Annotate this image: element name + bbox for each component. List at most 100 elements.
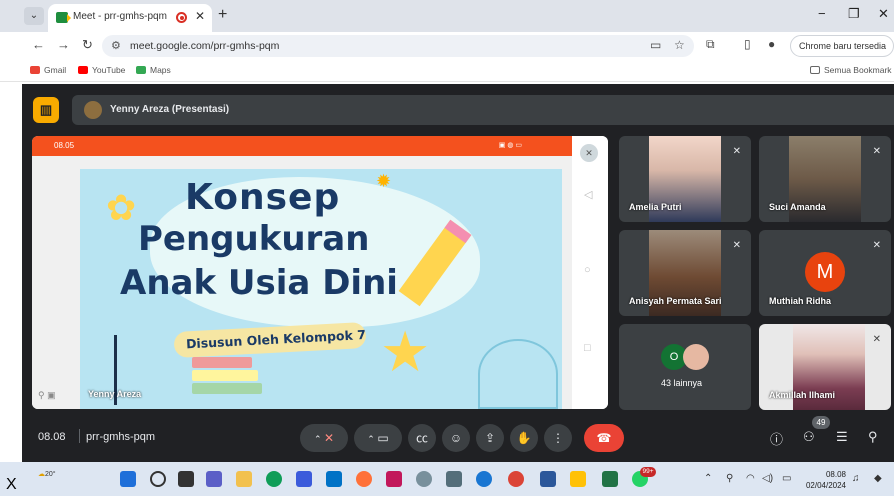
app-icon[interactable]	[476, 471, 492, 487]
mic-off-icon: ✕	[323, 431, 335, 445]
tab-search-button[interactable]: ⌄	[24, 7, 44, 25]
meeting-activities-icon[interactable]: ▥	[33, 97, 59, 123]
reload-button[interactable]: ↻	[82, 37, 93, 53]
app-icon[interactable]	[386, 471, 402, 487]
weather-widget[interactable]: ☁20°	[38, 470, 56, 478]
more-participants-label: 43 lainnya	[661, 378, 703, 388]
participant-tile[interactable]: M ✕ Muthiah Ridha	[759, 230, 891, 316]
captions-button[interactable]: ㏄	[408, 424, 436, 452]
bookmark-star-icon[interactable]: ☆	[674, 38, 685, 52]
slide-title-line-3: Anak Usia Dini	[120, 263, 398, 303]
participant-name: Akmillah Ilhami	[769, 390, 836, 400]
chevron-up-icon: ⌃	[313, 434, 324, 444]
forward-button[interactable]: →	[57, 37, 70, 52]
phone-home-icon: ○	[584, 264, 591, 276]
volume-icon[interactable]: ◁)	[762, 473, 773, 484]
notifications-icon[interactable]: ♫	[852, 473, 860, 484]
url-text[interactable]: meet.google.com/prr-gmhs-pqm	[130, 40, 279, 52]
profile-avatar-icon[interactable]: ●	[768, 37, 775, 51]
participant-tile[interactable]: ✕ Anisyah Permata Sari	[619, 230, 751, 316]
camera-app-icon[interactable]	[446, 471, 462, 487]
more-options-button[interactable]: ⋮	[544, 424, 572, 452]
slide-title-line-1: Konsep	[185, 177, 341, 218]
tab-title: Meet - prr-gmhs-pqm	[73, 11, 167, 22]
bookmarks-bar: Gmail YouTube Maps Semua Bookmark	[0, 60, 894, 82]
star-decoration-icon: ✿	[106, 187, 137, 228]
tab-close-icon[interactable]: ✕	[195, 9, 205, 23]
back-button[interactable]: ←	[32, 37, 45, 52]
raise-hand-button[interactable]: ✋	[510, 424, 538, 452]
file-explorer-icon[interactable]	[236, 471, 252, 487]
chat-icon[interactable]: ☰	[836, 429, 848, 445]
reactions-button[interactable]: ☺	[442, 424, 470, 452]
people-icon[interactable]: ⚇	[803, 429, 815, 445]
mic-off-icon: ✕	[872, 146, 881, 157]
maximize-button[interactable]: ❐	[848, 6, 860, 22]
app-icon[interactable]	[326, 471, 342, 487]
mic-off-icon: ✕	[732, 146, 741, 157]
copilot-icon[interactable]: ◆	[874, 473, 882, 484]
browser-toolbar: ← → ↻ ⚙ meet.google.com/prr-gmhs-pqm ▭ ☆…	[0, 32, 894, 60]
site-info-icon[interactable]: ⚙	[111, 39, 121, 52]
camera-indicator-icon[interactable]: ▭	[650, 38, 661, 52]
start-icon[interactable]	[120, 471, 136, 487]
camera-button[interactable]: ⌃ ▭	[354, 424, 402, 452]
phone-recents-icon: □	[584, 342, 591, 354]
teams-icon[interactable]	[206, 471, 222, 487]
participant-tile[interactable]: ✕ Amelia Putri	[619, 136, 751, 222]
chevron-up-icon[interactable]: ⌃	[704, 473, 712, 484]
more-vert-icon: ⋮	[552, 431, 564, 445]
extensions-icon[interactable]: ⧉	[706, 37, 715, 52]
bookmark-youtube[interactable]: YouTube	[78, 65, 125, 75]
update-chrome-button[interactable]: Chrome baru tersedia	[790, 35, 894, 57]
edge-icon[interactable]	[266, 471, 282, 487]
maps-icon	[136, 66, 146, 74]
present-button[interactable]: ⇪	[476, 424, 504, 452]
slide-subtitle-banner: Disusun Oleh Kelompok 7	[173, 321, 367, 359]
phone-status-bar: 08.05 ▣ ◍ ▭	[32, 136, 572, 156]
notification-badge: 99+	[640, 467, 656, 477]
participant-tile[interactable]: ✕ Akmillah Ilhami	[759, 324, 891, 410]
word-icon[interactable]	[540, 471, 556, 487]
app-icon[interactable]	[416, 471, 432, 487]
notes-icon[interactable]	[570, 471, 586, 487]
chrome-icon[interactable]	[508, 471, 524, 487]
battery-icon[interactable]: ▭	[782, 473, 791, 484]
search-icon[interactable]	[150, 471, 166, 487]
mic-off-icon: ✕	[732, 240, 741, 251]
books-illustration	[192, 357, 262, 397]
browser-tab-meet[interactable]: Meet - prr-gmhs-pqm ✕	[48, 4, 212, 32]
slide-subtitle: Disusun Oleh Kelompok 7	[185, 326, 367, 352]
people-count-badge: 49	[812, 416, 830, 429]
presentation-tile[interactable]: 08.05 ▣ ◍ ▭ ✿ ✹ Konsep Pengukuran Anak U…	[32, 136, 608, 409]
weather-icon: ☁	[38, 471, 45, 478]
activities-icon[interactable]: ⚲	[868, 429, 878, 445]
hand-icon: ✋	[516, 431, 532, 445]
firefox-icon[interactable]	[356, 471, 372, 487]
wifi-icon[interactable]: ◠	[746, 473, 755, 484]
microphone-button[interactable]: ⌃ ✕	[300, 424, 348, 452]
more-participants-tile[interactable]: O 43 lainnya	[619, 324, 751, 410]
pin-icon[interactable]: ⚲ ▣	[38, 390, 56, 401]
bookmark-gmail[interactable]: Gmail	[30, 65, 66, 75]
meeting-details-icon[interactable]: ⓘ	[770, 429, 783, 448]
close-window-button[interactable]: ✕	[878, 6, 889, 22]
minimize-button[interactable]: −	[818, 6, 826, 21]
excel-icon[interactable]	[602, 471, 618, 487]
bookmark-maps[interactable]: Maps	[136, 65, 171, 75]
presenter-avatar	[84, 101, 102, 119]
task-view-icon[interactable]	[178, 471, 194, 487]
system-clock[interactable]: 08.08 02/04/2024	[800, 469, 846, 491]
slide-frame: ✿ ✹ Konsep Pengukuran Anak Usia Dini Dis…	[32, 156, 572, 409]
all-bookmarks[interactable]: Semua Bookmark	[810, 65, 892, 75]
participant-tile[interactable]: ✕ Suci Amanda	[759, 136, 891, 222]
mic-icon[interactable]: ⚲	[726, 473, 733, 484]
phone-nav-bar: ◁ ○ □	[572, 136, 608, 409]
address-bar[interactable]: ⚙ meet.google.com/prr-gmhs-pqm ▭ ☆	[102, 35, 694, 57]
store-icon[interactable]	[296, 471, 312, 487]
new-tab-button[interactable]: +	[218, 6, 227, 24]
leave-call-button[interactable]: ☎	[584, 424, 624, 452]
browser-tab-strip: ⌄ Meet - prr-gmhs-pqm ✕ + − ❐ ✕	[0, 0, 894, 32]
side-panel-icon[interactable]: ▯	[744, 37, 751, 51]
participant-avatar: M	[805, 252, 845, 292]
